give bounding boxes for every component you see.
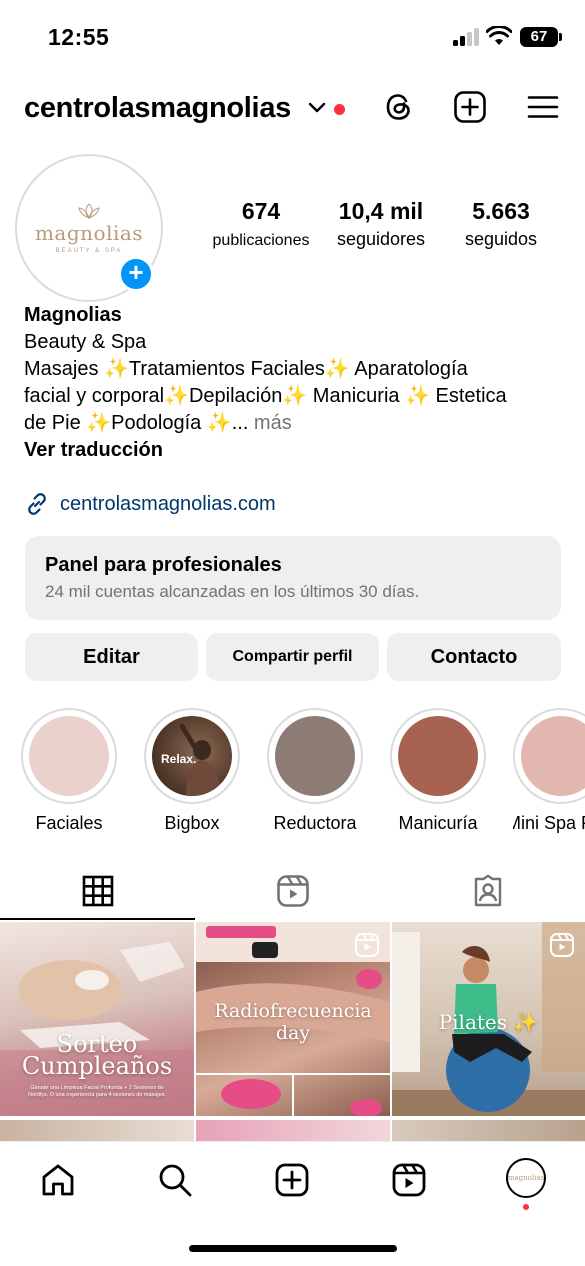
- tab-tagged[interactable]: [390, 862, 585, 920]
- stat-followers[interactable]: 10,4 mil seguidores: [322, 198, 440, 250]
- active-tab-indicator: [0, 918, 195, 920]
- notification-dot: [523, 1204, 529, 1210]
- post-tile-partial[interactable]: [0, 1120, 194, 1142]
- bio-line: facial y corporal✨Depilación✨ Manicuria …: [24, 385, 507, 407]
- new-post-icon[interactable]: [453, 90, 487, 124]
- highlight-label: Bigbox: [164, 813, 220, 833]
- nav-create[interactable]: [272, 1160, 312, 1200]
- home-icon: [42, 1164, 74, 1196]
- post-tile-partial[interactable]: [392, 1120, 585, 1142]
- bio-line: de Pie ✨Podología ✨... más: [24, 410, 569, 437]
- highlight-label: Manicuría: [398, 813, 478, 833]
- profile-name: Magnolias: [24, 304, 122, 326]
- highlight-label: Mini Spa P: [513, 813, 585, 833]
- nav-home[interactable]: [38, 1160, 78, 1200]
- battery-indicator: 67: [520, 27, 562, 47]
- logo-wordmark: magnolias: [34, 220, 144, 245]
- stat-value: 5.663: [472, 198, 530, 224]
- create-post-icon: [275, 1163, 309, 1197]
- post-title: Cumpleaños: [21, 1052, 173, 1080]
- logo-subtitle: BEAUTY & SPA: [55, 247, 123, 254]
- notification-dot: [334, 104, 345, 115]
- tab-posts-grid[interactable]: [0, 862, 195, 920]
- nav-profile-avatar[interactable]: magnolias: [506, 1158, 546, 1198]
- reels-icon: [276, 875, 309, 907]
- profile-tabs: [0, 862, 585, 920]
- share-profile-button[interactable]: Compartir perfil: [206, 633, 379, 681]
- post-title: Radiofrecuencia: [214, 1000, 372, 1022]
- highlight-cover: Relax.: [144, 708, 240, 804]
- menu-icon[interactable]: [526, 90, 560, 124]
- grid-icon: [82, 875, 113, 907]
- avatar-logo-mini: magnolias: [507, 1174, 545, 1182]
- tagged-user-icon: [474, 874, 501, 907]
- clock: 12:55: [48, 24, 110, 50]
- link-icon: [28, 493, 46, 515]
- post-caption: Gánate una Limpieza Facial Profunda + 2 …: [28, 1085, 166, 1098]
- highlight-cover-text: Relax.: [161, 752, 197, 766]
- highlight-cover: [267, 708, 363, 804]
- translate-link[interactable]: Ver traducción: [24, 437, 569, 464]
- tab-reels[interactable]: [195, 862, 390, 920]
- highlight-label: Faciales: [35, 813, 103, 833]
- highlight-cover: [390, 708, 486, 804]
- professional-dashboard[interactable]: Panel para profesionales 24 mil cuentas …: [25, 536, 561, 620]
- stat-label: seguidores: [336, 229, 426, 249]
- highlight-label: Reductora: [273, 813, 357, 833]
- dashboard-title: Panel para profesionales: [45, 554, 282, 576]
- chevron-down-icon[interactable]: [308, 101, 326, 115]
- website-url: centrolasmagnolias.com: [60, 492, 276, 515]
- stat-value: 10,4 mil: [338, 198, 424, 224]
- post-title: Pilates ✨: [438, 1010, 539, 1034]
- magnolia-flower-icon: [78, 202, 100, 219]
- stat-value: 674: [241, 198, 281, 224]
- post-tile-partial[interactable]: [196, 1120, 390, 1142]
- post-tile[interactable]: Pilates ✨: [392, 922, 585, 1116]
- highlight-bigbox[interactable]: Relax. Bigbox: [144, 708, 240, 834]
- profile-bio: Magnolias Beauty & Spa Masajes ✨Tratamie…: [24, 302, 569, 464]
- dashboard-subtitle: 24 mil cuentas alcanzadas en los últimos…: [45, 582, 420, 601]
- reel-badge-icon: [550, 933, 574, 957]
- website-link[interactable]: centrolasmagnolias.com: [24, 490, 276, 518]
- bio-line-text: de Pie ✨Podología ✨...: [24, 412, 249, 434]
- bio-line: Masajes ✨Tratamientos Faciales✨ Aparatol…: [24, 358, 468, 380]
- profile-category: Beauty & Spa: [24, 331, 147, 353]
- reels-icon: [392, 1163, 426, 1197]
- home-indicator[interactable]: [189, 1245, 397, 1252]
- username-switcher[interactable]: centrolasmagnolias: [24, 92, 291, 125]
- highlight-cover: [513, 708, 585, 804]
- profile-header: centrolasmagnolias: [0, 86, 585, 134]
- more-link[interactable]: más: [248, 412, 292, 434]
- cellular-signal-icon: [453, 28, 481, 46]
- posts-grid: Sorteo Cumpleaños Gánate una Limpieza Fa…: [0, 922, 585, 1142]
- wifi-icon: [486, 26, 512, 45]
- highlight-reductora[interactable]: Reductora: [267, 708, 363, 834]
- stat-posts[interactable]: 674 publicaciones: [206, 198, 316, 250]
- contact-button[interactable]: Contacto: [387, 633, 561, 681]
- highlight-mini-spa[interactable]: Mini Spa P: [513, 708, 585, 834]
- nav-reels[interactable]: [389, 1160, 429, 1200]
- add-story-button[interactable]: +: [118, 256, 154, 292]
- reel-badge-icon: [355, 933, 379, 957]
- post-tile[interactable]: Sorteo Cumpleaños Gánate una Limpieza Fa…: [0, 922, 194, 1116]
- stat-label: publicaciones: [212, 232, 310, 249]
- highlight-cover: [21, 708, 117, 804]
- post-title: day: [275, 1022, 311, 1044]
- search-icon: [159, 1164, 192, 1197]
- stat-label: seguidos: [464, 229, 538, 249]
- status-bar: 12:55 67: [0, 0, 585, 72]
- highlight-faciales[interactable]: Faciales: [21, 708, 117, 834]
- post-tile[interactable]: Radiofrecuencia day: [196, 922, 390, 1116]
- edit-profile-button[interactable]: Editar: [25, 633, 198, 681]
- highlight-manicuria[interactable]: Manicuría: [390, 708, 486, 834]
- stat-following[interactable]: 5.663 seguidos: [452, 198, 550, 250]
- threads-icon[interactable]: [382, 90, 416, 124]
- nav-search[interactable]: [155, 1160, 195, 1200]
